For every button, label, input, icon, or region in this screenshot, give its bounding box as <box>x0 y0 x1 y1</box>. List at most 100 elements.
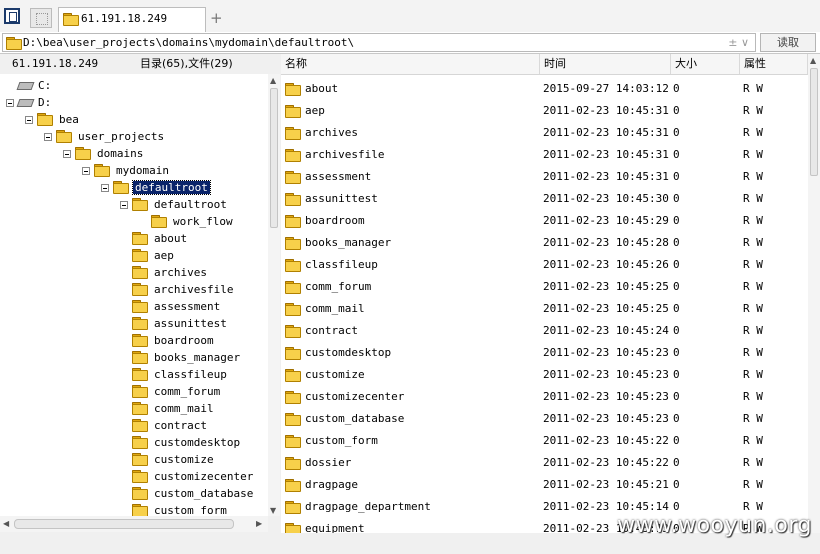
tree-node[interactable]: defaultroot <box>120 196 229 213</box>
file-row[interactable]: dossier 2011-02-23 10:45:22 0 R W <box>281 452 808 474</box>
tree-node-label: domains <box>97 147 144 160</box>
collapse-toggle-icon[interactable] <box>6 99 14 107</box>
file-row[interactable]: classfileup 2011-02-23 10:45:26 0 R W <box>281 254 808 276</box>
new-tab-button[interactable]: + <box>210 9 223 27</box>
collapse-toggle-icon[interactable] <box>63 150 71 158</box>
tree-node[interactable]: classfileup <box>132 366 229 383</box>
file-row[interactable]: about 2015-09-27 14:03:12 0 R W <box>281 78 808 100</box>
tree-node[interactable]: books_manager <box>132 349 242 366</box>
file-name: customize <box>305 368 365 381</box>
folder-icon <box>132 470 148 483</box>
tree-node[interactable]: assunittest <box>132 315 229 332</box>
tree-node[interactable]: bea <box>25 111 81 128</box>
file-name: equipment <box>305 522 365 533</box>
file-row[interactable]: custom_database 2011-02-23 10:45:23 0 R W <box>281 408 808 430</box>
tree-node[interactable]: archivesfile <box>132 281 235 298</box>
tree-node[interactable]: customdesktop <box>132 434 242 451</box>
tree-node[interactable]: archives <box>132 264 209 281</box>
scroll-thumb[interactable] <box>810 68 818 176</box>
column-header-size[interactable]: 大小 <box>671 54 740 74</box>
tree-node-label: custom_form <box>154 504 227 516</box>
file-name: classfileup <box>305 258 378 271</box>
file-name: archives <box>305 126 358 139</box>
file-row[interactable]: comm_mail 2011-02-23 10:45:25 0 R W <box>281 298 808 320</box>
tree-node[interactable]: user_projects <box>44 128 166 145</box>
file-row[interactable]: aep 2011-02-23 10:45:31 0 R W <box>281 100 808 122</box>
folder-icon <box>285 171 301 184</box>
folder-icon <box>132 368 148 381</box>
directory-tree[interactable]: C: D: bea user_projects domains mydomain defau… <box>0 74 268 516</box>
tree-node-label: aep <box>154 249 174 262</box>
tab-host[interactable]: 61.191.18.249 <box>58 7 206 32</box>
collapse-toggle-icon[interactable] <box>44 133 52 141</box>
file-row[interactable]: archives 2011-02-23 10:45:31 0 R W <box>281 122 808 144</box>
folder-icon <box>285 347 301 360</box>
file-size: 0 <box>673 280 680 293</box>
file-name: boardroom <box>305 214 365 227</box>
blank-tab-icon[interactable] <box>30 8 52 28</box>
tree-node[interactable]: boardroom <box>132 332 216 349</box>
tree-horizontal-scrollbar[interactable]: ◀ ▶ <box>0 516 268 532</box>
file-row[interactable]: books_manager 2011-02-23 10:45:28 0 R W <box>281 232 808 254</box>
file-row[interactable]: assunittest 2011-02-23 10:45:30 0 R W <box>281 188 808 210</box>
file-row[interactable]: customdesktop 2011-02-23 10:45:23 0 R W <box>281 342 808 364</box>
folder-icon <box>132 283 148 296</box>
tree-node[interactable]: customizecenter <box>132 468 255 485</box>
folder-icon <box>132 232 148 245</box>
scroll-right-icon[interactable]: ▶ <box>256 519 262 528</box>
tree-node[interactable]: mydomain <box>82 162 171 179</box>
tree-node[interactable]: custom_database <box>132 485 255 502</box>
tree-node[interactable]: C: <box>18 77 53 94</box>
panel-toggle-icon[interactable] <box>4 8 20 24</box>
tree-node[interactable]: D: <box>6 94 53 111</box>
path-dropdown-icon[interactable]: ± ∨ <box>728 34 749 51</box>
file-row[interactable]: boardroom 2011-02-23 10:45:29 0 R W <box>281 210 808 232</box>
read-button[interactable]: 读取 <box>760 33 816 52</box>
path-input[interactable]: D:\bea\user_projects\domains\mydomain\de… <box>2 33 756 52</box>
scroll-down-icon[interactable]: ▼ <box>270 506 276 515</box>
scroll-up-icon[interactable]: ▲ <box>270 76 276 85</box>
file-size: 0 <box>673 82 680 95</box>
column-header-time[interactable]: 时间 <box>540 54 671 74</box>
file-row[interactable]: dragpage 2011-02-23 10:45:21 0 R W <box>281 474 808 496</box>
tree-node[interactable]: comm_forum <box>132 383 222 400</box>
scroll-thumb[interactable] <box>270 88 278 228</box>
file-row[interactable]: comm_forum 2011-02-23 10:45:25 0 R W <box>281 276 808 298</box>
collapse-toggle-icon[interactable] <box>25 116 33 124</box>
tree-node[interactable]: custom_form <box>132 502 229 516</box>
tree-node[interactable]: customize <box>132 451 216 468</box>
folder-icon <box>132 436 148 449</box>
file-attr: R W <box>743 104 763 117</box>
tree-node[interactable]: aep <box>132 247 176 264</box>
tree-node[interactable]: comm_mail <box>132 400 216 417</box>
file-row[interactable]: custom_form 2011-02-23 10:45:22 0 R W <box>281 430 808 452</box>
file-size: 0 <box>673 302 680 315</box>
folder-icon <box>285 215 301 228</box>
tree-node[interactable]: work_flow <box>151 213 235 230</box>
collapse-toggle-icon[interactable] <box>82 167 90 175</box>
file-list[interactable]: about 2015-09-27 14:03:12 0 R W aep 2011-02-2… <box>281 75 808 533</box>
tree-node[interactable]: about <box>132 230 189 247</box>
file-row[interactable]: assessment 2011-02-23 10:45:31 0 R W <box>281 166 808 188</box>
file-row[interactable]: contract 2011-02-23 10:45:24 0 R W <box>281 320 808 342</box>
file-name: archivesfile <box>305 148 385 161</box>
tree-node[interactable]: assessment <box>132 298 222 315</box>
file-attr: R W <box>743 456 763 469</box>
folder-icon <box>132 198 148 211</box>
file-attr: R W <box>743 368 763 381</box>
tree-node[interactable]: defaultroot <box>101 179 211 196</box>
file-row[interactable]: customizecenter 2011-02-23 10:45:23 0 R W <box>281 386 808 408</box>
tree-node[interactable]: contract <box>132 417 209 434</box>
list-vertical-scrollbar[interactable]: ▲ <box>808 54 820 533</box>
tree-node[interactable]: domains <box>63 145 145 162</box>
file-row[interactable]: archivesfile 2011-02-23 10:45:31 0 R W <box>281 144 808 166</box>
column-header-attr[interactable]: 属性 <box>740 54 808 74</box>
file-row[interactable]: customize 2011-02-23 10:45:23 0 R W <box>281 364 808 386</box>
collapse-toggle-icon[interactable] <box>101 184 109 192</box>
scroll-up-icon[interactable]: ▲ <box>810 56 816 65</box>
column-header-name[interactable]: 名称 <box>281 54 540 74</box>
collapse-toggle-icon[interactable] <box>120 201 128 209</box>
tree-vertical-scrollbar[interactable]: ▲ ▼ <box>268 74 280 516</box>
scroll-thumb[interactable] <box>14 519 234 529</box>
scroll-left-icon[interactable]: ◀ <box>3 519 9 528</box>
